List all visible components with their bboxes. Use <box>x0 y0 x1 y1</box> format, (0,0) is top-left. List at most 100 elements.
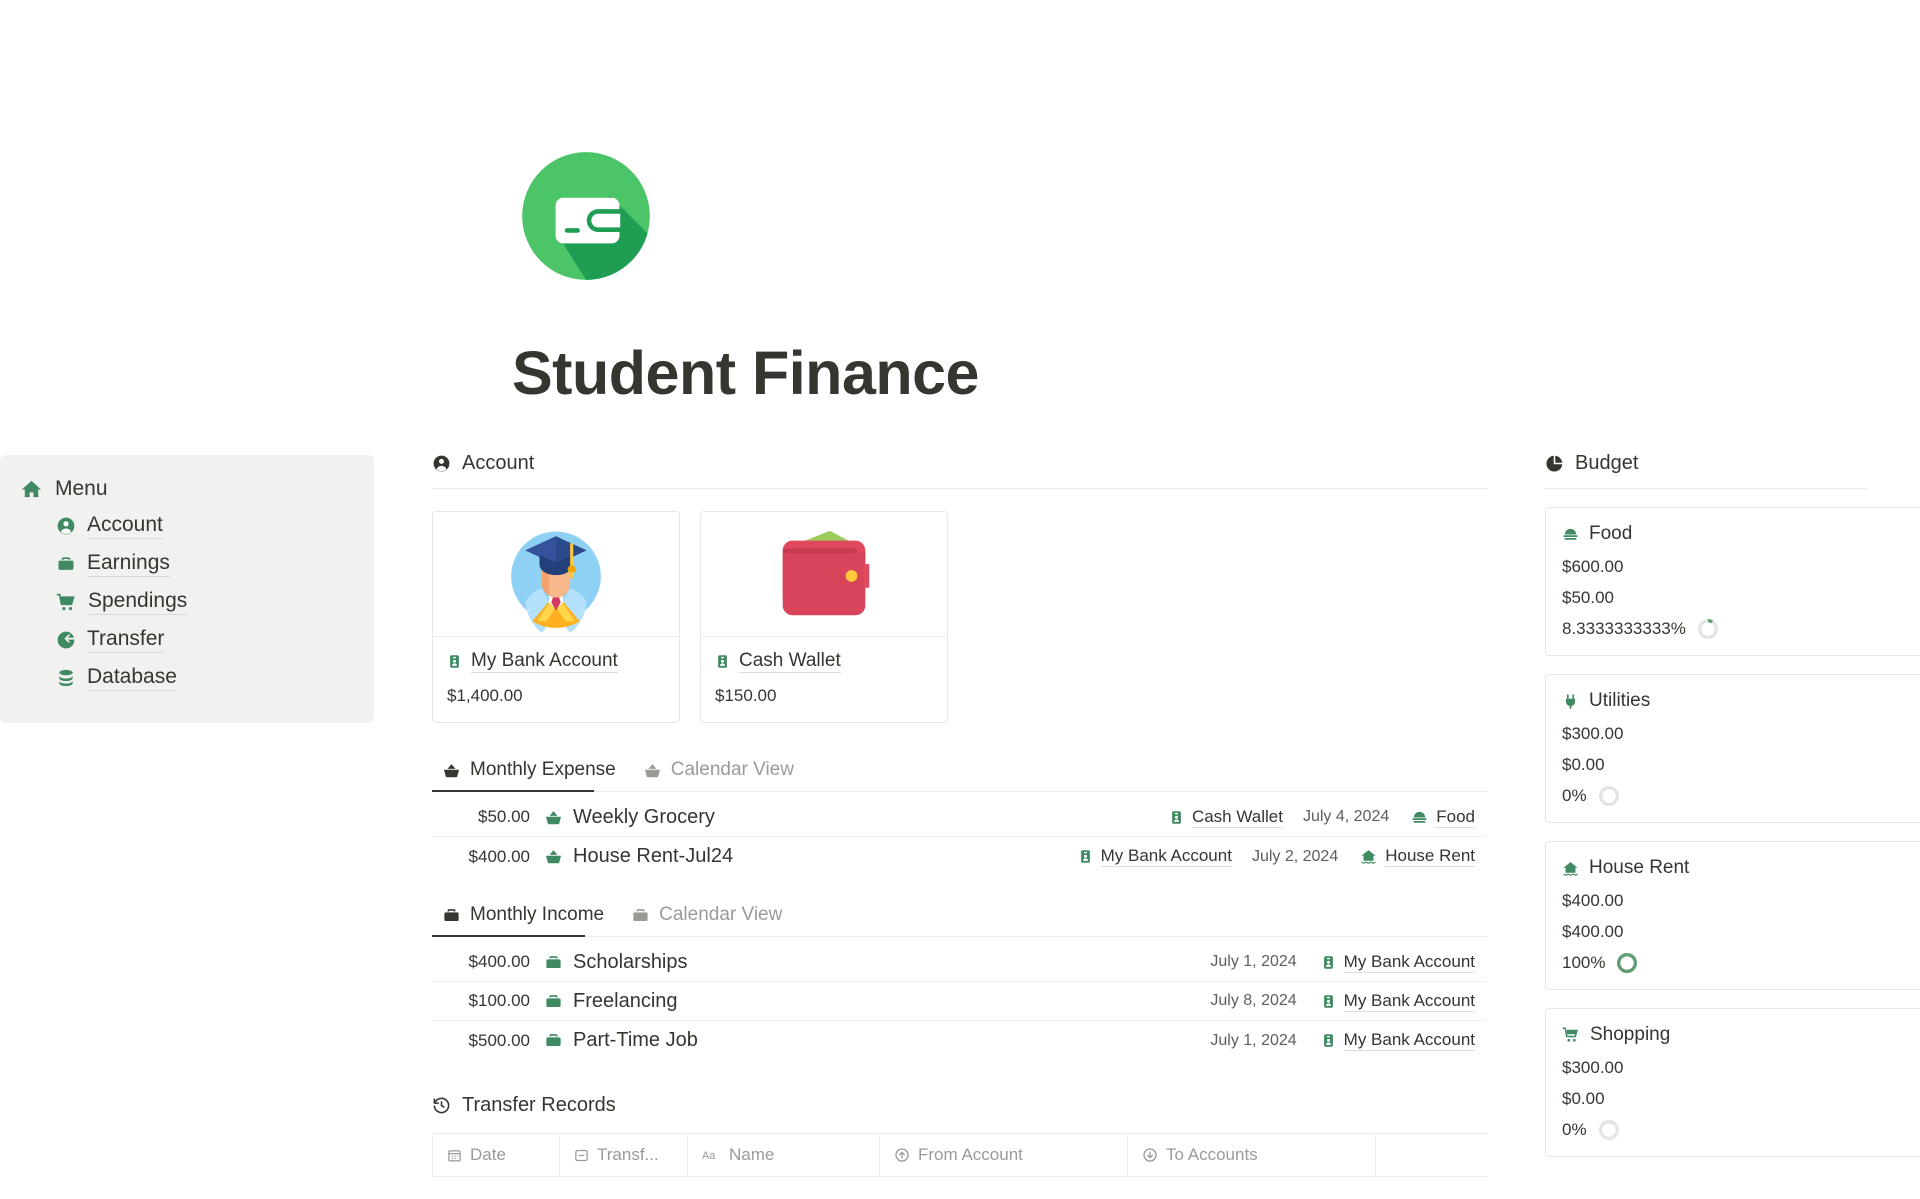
person-circle-icon <box>56 516 76 536</box>
food-icon <box>1562 526 1579 543</box>
expense-date: July 2, 2024 <box>1251 847 1339 865</box>
app-page: Student Finance Menu Account Earnings Sp… <box>0 0 1920 1199</box>
calendar-icon <box>447 1148 462 1163</box>
tab-monthly-expense[interactable]: Monthly Expense <box>432 753 626 791</box>
account-card-balance: $150.00 <box>715 686 777 705</box>
sidebar-item-label: Database <box>87 665 177 691</box>
sidebar-item-database[interactable]: Database <box>56 659 374 697</box>
progress-ring <box>1697 619 1718 639</box>
income-account[interactable]: My Bank Account <box>1321 991 1475 1012</box>
budget-percent: 0% <box>1562 786 1906 806</box>
table-row[interactable]: $50.00 Weekly Grocery Cash Wallet July 4… <box>432 798 1487 837</box>
table-row[interactable]: $400.00 House Rent-Jul24 My Bank Account… <box>432 837 1487 876</box>
column-header-transfer-type[interactable]: Transf... <box>560 1134 688 1176</box>
expense-name-label: Weekly Grocery <box>573 805 715 828</box>
budget-card-name-label: Shopping <box>1590 1024 1671 1045</box>
expense-tabs: Monthly Expense Calendar View <box>432 753 1487 791</box>
income-account[interactable]: My Bank Account <box>1321 1030 1475 1051</box>
text-aa-icon: Aa <box>702 1148 721 1163</box>
account-card-list: My Bank Account $1,400.00 Cash Wallet $1… <box>432 511 1487 723</box>
account-card[interactable]: Cash Wallet $150.00 <box>700 511 948 723</box>
tab-label: Monthly Income <box>470 904 605 925</box>
tab-label: Calendar View <box>659 904 783 925</box>
budget-percent: 8.3333333333% <box>1562 619 1906 639</box>
column-header-name[interactable]: Aa Name <box>688 1134 880 1176</box>
expense-name: Weekly Grocery <box>544 806 715 829</box>
expense-category-label: House Rent <box>1385 846 1475 867</box>
page-header: Student Finance <box>510 140 1410 407</box>
progress-ring <box>1617 953 1638 973</box>
table-row[interactable]: $100.00 Freelancing July 8, 2024 My Bank… <box>432 982 1487 1021</box>
briefcase-icon <box>631 906 650 925</box>
select-icon <box>574 1148 589 1163</box>
budget-card-name: House Rent <box>1562 857 1906 879</box>
income-account[interactable]: My Bank Account <box>1321 952 1475 973</box>
shopping-cart-icon <box>56 592 77 613</box>
budget-card[interactable]: Shopping $300.00 $0.00 0% <box>1545 1008 1920 1157</box>
column-header-from-account[interactable]: From Account <box>880 1134 1128 1176</box>
page-title: Student Finance <box>512 339 979 407</box>
sidebar-item-spendings[interactable]: Spendings <box>56 583 374 621</box>
budget-card-name: Food <box>1562 523 1906 545</box>
wallet-icon <box>522 152 650 280</box>
expense-account[interactable]: Cash Wallet <box>1169 807 1283 828</box>
tab-income-calendar-view[interactable]: Calendar View <box>621 898 792 936</box>
home-icon <box>20 478 43 501</box>
column-header-label: Date <box>470 1145 506 1164</box>
briefcase-icon <box>544 1031 563 1050</box>
sidebar-item-transfer[interactable]: Transfer <box>56 621 374 659</box>
column-header-label: From Account <box>918 1145 1023 1164</box>
divider <box>432 488 1487 489</box>
expense-account[interactable]: My Bank Account <box>1078 846 1232 867</box>
budget-total: $300.00 <box>1562 724 1624 743</box>
column-header-date[interactable]: Date <box>432 1134 560 1176</box>
table-row[interactable]: $400.00 Scholarships July 1, 2024 My Ban… <box>432 943 1487 982</box>
account-section-heading: Account <box>432 452 1487 475</box>
column-header-to-accounts[interactable]: To Accounts <box>1128 1134 1376 1176</box>
database-icon <box>56 668 76 688</box>
sidebar-menu: Menu Account Earnings Spendings Transfer… <box>0 455 374 723</box>
income-name-label: Scholarships <box>573 950 688 973</box>
income-name: Part-Time Job <box>544 1029 698 1052</box>
budget-card-name: Shopping <box>1562 1024 1906 1046</box>
budget-card[interactable]: Utilities $300.00 $0.00 0% <box>1545 674 1920 823</box>
expense-category[interactable]: Food <box>1411 807 1475 828</box>
expense-name: House Rent-Jul24 <box>544 845 733 868</box>
basket-icon <box>643 761 662 780</box>
sidebar-item-earnings[interactable]: Earnings <box>56 545 374 583</box>
income-row-list: $400.00 Scholarships July 1, 2024 My Ban… <box>432 943 1487 1060</box>
budget-total: $300.00 <box>1562 1058 1624 1077</box>
tab-expense-calendar-view[interactable]: Calendar View <box>633 753 804 791</box>
tab-underline <box>432 790 1487 792</box>
account-card-name: Cash Wallet <box>715 650 933 673</box>
tab-monthly-income[interactable]: Monthly Income <box>432 898 614 936</box>
account-card[interactable]: My Bank Account $1,400.00 <box>432 511 680 723</box>
income-account-label: My Bank Account <box>1343 951 1475 973</box>
account-section-label: Account <box>462 452 535 474</box>
income-account-label: My Bank Account <box>1343 1030 1475 1051</box>
budget-card[interactable]: Food $600.00 $50.00 8.3333333333% <box>1545 507 1920 656</box>
arrow-up-icon <box>894 1147 910 1163</box>
tab-label: Calendar View <box>670 759 794 780</box>
transfer-records-table: Date Transf... Aa Name From Account To A… <box>432 1133 1487 1177</box>
red-wallet-illustration <box>701 512 947 637</box>
expense-category[interactable]: House Rent <box>1360 846 1475 867</box>
income-amount: $400.00 <box>468 952 530 971</box>
sidebar-item-account[interactable]: Account <box>56 507 374 545</box>
basket-icon <box>544 808 563 827</box>
sidebar-item-label: Transfer <box>87 627 165 653</box>
graduate-avatar <box>433 512 679 637</box>
budget-card[interactable]: House Rent $400.00 $400.00 100% <box>1545 841 1920 990</box>
table-row[interactable]: $500.00 Part-Time Job July 1, 2024 My Ba… <box>432 1021 1487 1060</box>
sidebar-item-label: Spendings <box>88 589 188 615</box>
progress-ring <box>1598 1120 1619 1140</box>
income-date: July 1, 2024 <box>1210 953 1297 970</box>
income-name-label: Freelancing <box>573 989 678 1012</box>
budget-total: $600.00 <box>1562 557 1624 576</box>
budget-percent: 0% <box>1562 1120 1906 1140</box>
briefcase-icon <box>442 906 461 925</box>
expense-amount: $400.00 <box>468 846 530 866</box>
person-circle-icon <box>432 454 451 473</box>
account-card-name-label: Cash Wallet <box>739 650 841 673</box>
budget-percent-label: 0% <box>1562 786 1587 805</box>
